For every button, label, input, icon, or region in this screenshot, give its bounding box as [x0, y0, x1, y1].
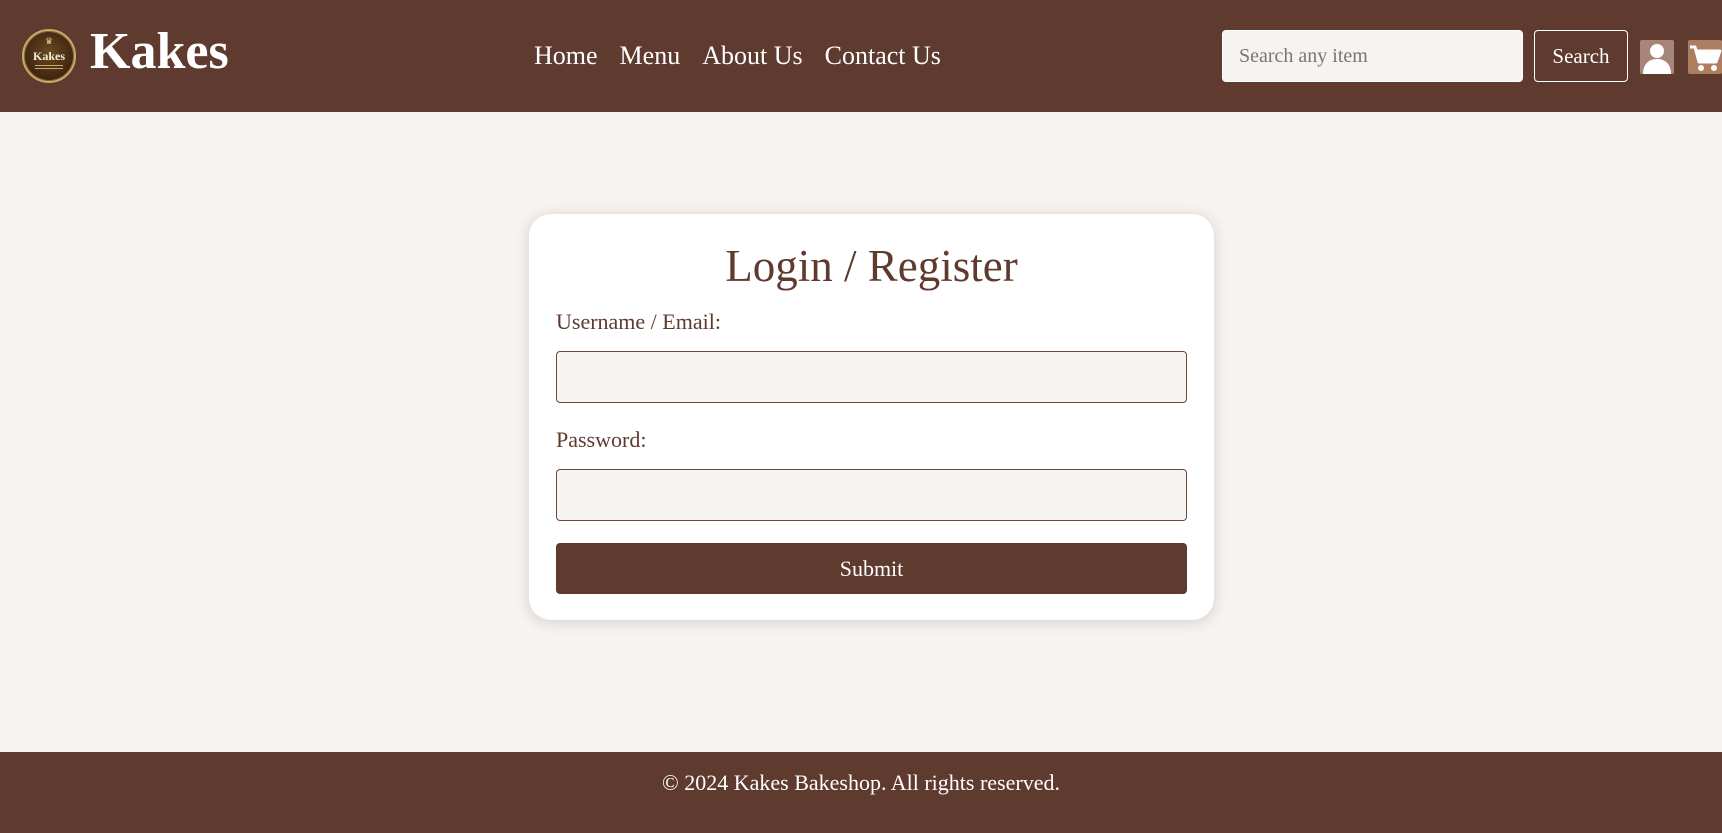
- user-icon: [1643, 44, 1671, 74]
- nav-about-us-link[interactable]: About Us: [702, 36, 802, 76]
- brand-name[interactable]: Kakes: [90, 20, 229, 84]
- account-button[interactable]: [1640, 40, 1674, 74]
- logo-badge-ribbon: [35, 65, 63, 69]
- main-content: Login / Register Username / Email: Passw…: [0, 112, 1722, 752]
- nav-contact-us-link[interactable]: Contact Us: [825, 36, 941, 76]
- search-input[interactable]: [1222, 30, 1523, 82]
- crown-icon: ♛: [44, 36, 54, 46]
- username-label: Username / Email:: [556, 309, 721, 334]
- cart-icon: [1690, 45, 1722, 71]
- nav-menu-link[interactable]: Menu: [620, 36, 681, 76]
- logo-badge-link[interactable]: ♛ Kakes: [22, 29, 76, 83]
- username-field[interactable]: [556, 351, 1187, 403]
- site-footer: © 2024 Kakes Bakeshop. All rights reserv…: [0, 752, 1722, 833]
- site-header: ♛ Kakes Kakes Home Menu About Us Contact…: [0, 0, 1722, 112]
- main-nav: Home Menu About Us Contact Us: [534, 36, 941, 76]
- submit-button[interactable]: Submit: [556, 543, 1187, 594]
- nav-home-link[interactable]: Home: [534, 36, 598, 76]
- copyright-text: © 2024 Kakes Bakeshop. All rights reserv…: [662, 770, 1060, 795]
- cart-button[interactable]: [1688, 40, 1722, 74]
- password-field[interactable]: [556, 469, 1187, 521]
- login-title: Login / Register: [725, 241, 1018, 291]
- password-label: Password:: [556, 427, 647, 452]
- logo-badge-text: Kakes: [32, 49, 65, 63]
- search-button[interactable]: Search: [1534, 30, 1628, 82]
- login-card: Login / Register Username / Email: Passw…: [529, 214, 1214, 620]
